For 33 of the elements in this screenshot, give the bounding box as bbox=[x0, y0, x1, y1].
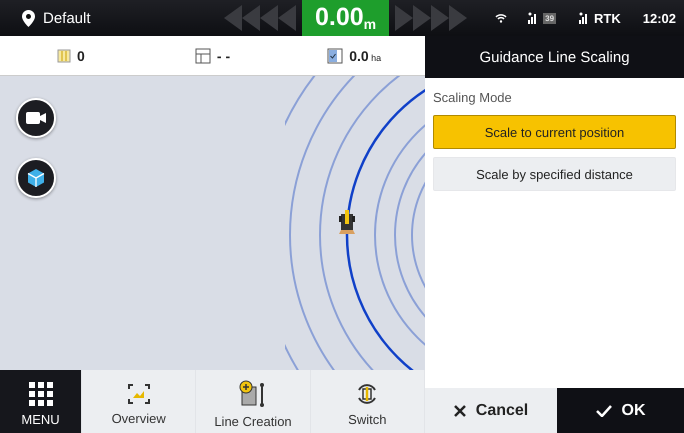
line-creation-icon bbox=[238, 380, 267, 408]
toolbar-button[interactable]: Overview bbox=[82, 370, 196, 433]
stat-value: 0.0 ha bbox=[349, 48, 382, 64]
camera-button[interactable] bbox=[16, 98, 56, 138]
clock-time: 12:02 bbox=[642, 10, 676, 26]
cancel-button[interactable]: Cancel bbox=[425, 388, 557, 433]
section-label: Scaling Mode bbox=[433, 90, 513, 105]
stat-value: - - bbox=[216, 48, 230, 64]
satellite-count: 39 bbox=[543, 12, 556, 24]
toolbar-button[interactable]: Switch bbox=[310, 370, 425, 433]
satellite-signal-icon bbox=[527, 12, 538, 24]
area-checked-icon bbox=[327, 48, 344, 64]
rtk-signal-icon bbox=[578, 12, 588, 24]
panel-title: Guidance Line Scaling bbox=[425, 36, 684, 78]
cube-icon bbox=[26, 168, 46, 188]
3d-view-button[interactable] bbox=[16, 158, 56, 198]
scaling-option[interactable]: Scale by specified distance bbox=[433, 157, 676, 191]
wifi-icon bbox=[495, 13, 508, 23]
field-icon bbox=[56, 48, 71, 62]
close-icon bbox=[454, 404, 466, 416]
checkmark-icon bbox=[596, 404, 612, 416]
fix-status: RTK bbox=[594, 10, 621, 26]
grid-menu-icon bbox=[28, 382, 52, 406]
menu-button[interactable]: MENU bbox=[0, 370, 82, 433]
profile-name[interactable]: Default bbox=[43, 10, 91, 26]
location-pin-icon bbox=[22, 10, 35, 26]
overview-icon bbox=[126, 383, 151, 405]
grid-icon bbox=[194, 48, 211, 64]
ok-button[interactable]: OK bbox=[557, 388, 684, 433]
stat-value: 0 bbox=[76, 48, 85, 64]
scaling-option[interactable]: Scale to current position bbox=[433, 115, 676, 149]
toolbar-button[interactable]: Line Creation bbox=[196, 370, 311, 433]
camera-icon bbox=[26, 111, 46, 125]
